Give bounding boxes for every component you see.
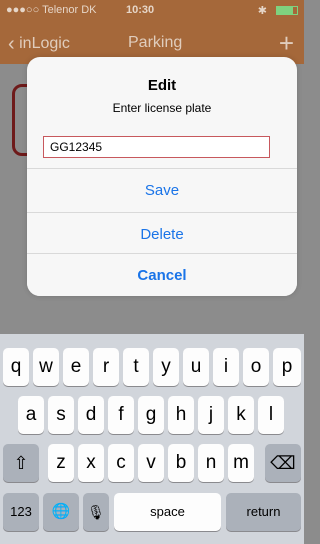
key-t[interactable]: t — [123, 348, 149, 386]
mic-key[interactable]: 🎙 — [83, 493, 109, 531]
alert-title: Edit — [147, 77, 177, 94]
page-title: Parking — [128, 34, 183, 51]
key-e[interactable]: e — [63, 348, 89, 386]
key-r[interactable]: r — [93, 348, 119, 386]
key-k[interactable]: k — [228, 396, 254, 434]
key-p[interactable]: p — [273, 348, 301, 386]
key-h[interactable]: h — [168, 396, 194, 434]
keyboard: q w e r t y u i o p a s d f g h j k l ⇧ … — [0, 334, 304, 544]
key-x[interactable]: x — [78, 444, 104, 482]
back-label: inLogic — [19, 35, 70, 52]
backspace-key[interactable]: ⌫ — [265, 444, 301, 482]
alert-message: Enter license plate — [112, 101, 212, 115]
add-button[interactable]: + — [279, 28, 294, 59]
save-button[interactable]: Save — [27, 168, 297, 212]
key-d[interactable]: d — [78, 396, 104, 434]
key-u[interactable]: u — [183, 348, 209, 386]
cancel-button[interactable]: Cancel — [27, 253, 297, 296]
battery-icon — [276, 6, 298, 15]
key-g[interactable]: g — [138, 396, 164, 434]
globe-icon: 🌐 — [51, 503, 71, 520]
key-w[interactable]: w — [33, 348, 59, 386]
key-a[interactable]: a — [18, 396, 44, 434]
globe-key[interactable]: 🌐 — [43, 493, 79, 531]
key-m[interactable]: m — [228, 444, 254, 482]
status-right: ✱ — [258, 4, 298, 17]
license-plate-input[interactable] — [43, 136, 270, 158]
chevron-left-icon: ‹ — [8, 33, 15, 55]
key-y[interactable]: y — [153, 348, 179, 386]
key-i[interactable]: i — [213, 348, 239, 386]
status-bar: ●●●○○ Telenor DK 10:30 ✱ — [0, 0, 304, 20]
key-c[interactable]: c — [108, 444, 134, 482]
delete-button[interactable]: Delete — [27, 212, 297, 256]
key-o[interactable]: o — [243, 348, 269, 386]
key-s[interactable]: s — [48, 396, 74, 434]
numbers-key[interactable]: 123 — [3, 493, 39, 531]
shift-key[interactable]: ⇧ — [3, 444, 39, 482]
bluetooth-icon: ✱ — [257, 5, 267, 17]
return-key[interactable]: return — [226, 493, 301, 531]
key-j[interactable]: j — [198, 396, 224, 434]
space-key[interactable]: space — [114, 493, 221, 531]
key-f[interactable]: f — [108, 396, 134, 434]
back-button[interactable]: ‹ inLogic — [8, 33, 70, 56]
key-n[interactable]: n — [198, 444, 224, 482]
key-b[interactable]: b — [168, 444, 194, 482]
edit-alert: Edit Enter license plate Save Delete Can… — [27, 57, 297, 296]
key-l[interactable]: l — [258, 396, 284, 434]
key-z[interactable]: z — [48, 444, 74, 482]
carrier-label: ●●●○○ Telenor DK — [6, 4, 97, 16]
key-v[interactable]: v — [138, 444, 164, 482]
microphone-icon: 🎙 — [87, 504, 105, 520]
time-label: 10:30 — [126, 4, 155, 16]
key-q[interactable]: q — [3, 348, 29, 386]
